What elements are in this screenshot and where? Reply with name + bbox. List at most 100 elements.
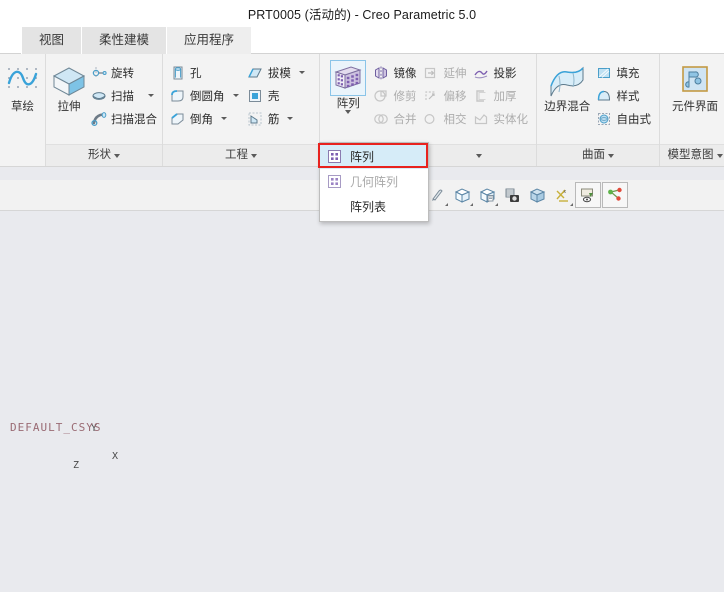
round-icon xyxy=(169,87,186,104)
solidify-label: 实体化 xyxy=(493,113,529,126)
pattern-icon xyxy=(326,148,343,165)
sweep-button[interactable]: 扫描 xyxy=(88,84,161,107)
style-icon xyxy=(596,87,613,104)
chevron-down-icon[interactable] xyxy=(716,153,723,158)
ribbon-group-model-intent: 元件界面 模型意图 xyxy=(660,54,724,166)
draft-button[interactable]: 拔模 xyxy=(245,61,315,84)
offset-icon xyxy=(423,87,440,104)
style-button[interactable]: 样式 xyxy=(594,84,656,107)
round-button[interactable]: 倒圆角 xyxy=(167,84,245,107)
extrude-button[interactable]: 拉伸 xyxy=(50,59,88,114)
sketch-button[interactable]: 草绘 xyxy=(4,59,41,114)
surfaces-small-buttons: 填充 样式 自由式 xyxy=(594,59,656,130)
tab-view[interactable]: 视图 xyxy=(21,27,82,54)
chevron-down-icon[interactable] xyxy=(114,153,120,158)
chevron-down-icon[interactable] xyxy=(467,203,473,206)
extend-label: 延伸 xyxy=(443,67,467,80)
mirror-label: 镜像 xyxy=(393,67,417,80)
project-label: 投影 xyxy=(493,67,517,80)
component-interface-button[interactable]: 元件界面 xyxy=(664,59,724,114)
shapes-small-buttons: 旋转 扫描 扫描混合 xyxy=(88,59,161,130)
trim-icon xyxy=(373,87,390,104)
component-interface-label: 元件界面 xyxy=(672,101,718,113)
rib-icon xyxy=(247,110,264,127)
project-icon xyxy=(473,64,490,81)
chevron-down-icon[interactable] xyxy=(476,153,482,158)
fill-button[interactable]: 填充 xyxy=(594,61,656,84)
ribbon-group-engineering: 孔 倒圆角 倒角 拔模 壳 筋 工程 xyxy=(163,54,320,166)
axis-label-z: Z xyxy=(73,460,80,471)
chevron-down-icon[interactable] xyxy=(442,203,448,206)
axis-label-x: X xyxy=(112,451,119,462)
revolve-label: 旋转 xyxy=(111,67,134,80)
rib-button[interactable]: 筋 xyxy=(245,107,315,130)
swept-blend-button[interactable]: 扫描混合 xyxy=(88,107,161,130)
sketch-label: 草绘 xyxy=(11,101,34,113)
thicken-label: 加厚 xyxy=(493,90,517,103)
spin-center-icon[interactable] xyxy=(602,182,628,208)
rib-label: 筋 xyxy=(267,113,280,126)
model-intent-label-text: 模型意图 xyxy=(667,149,714,161)
offset-label: 偏移 xyxy=(443,90,467,103)
chevron-down-icon[interactable] xyxy=(567,203,573,206)
chevron-down-icon[interactable] xyxy=(345,110,352,114)
editing-col-2: 延伸 偏移 相交 xyxy=(421,59,471,130)
revolve-icon xyxy=(90,64,107,81)
boundary-blend-button[interactable]: 边界混合 xyxy=(541,59,594,114)
chevron-down-icon[interactable] xyxy=(492,203,498,206)
chevron-down-icon[interactable] xyxy=(251,153,257,158)
ribbon-group-shapes: 拉伸 旋转 扫描 扫描混合 形状 xyxy=(46,54,163,166)
extend-button: 延伸 xyxy=(421,61,471,84)
freestyle-button[interactable]: 自由式 xyxy=(594,107,656,130)
chevron-down-icon[interactable] xyxy=(298,71,305,74)
ribbon-group-sketch: 草绘 xyxy=(0,54,46,166)
thicken-button: 加厚 xyxy=(471,84,533,107)
merge-icon xyxy=(373,110,390,127)
mirror-icon xyxy=(373,64,390,81)
shell-button[interactable]: 壳 xyxy=(245,84,315,107)
menu-item-pattern-table[interactable]: 阵列表 xyxy=(320,194,428,219)
ribbon-group-label-model-intent[interactable]: 模型意图 xyxy=(660,144,724,166)
thicken-icon xyxy=(473,87,490,104)
menu-item-pattern-table-label: 阵列表 xyxy=(350,200,387,214)
pattern-dropdown-menu[interactable]: 阵列 几何阵列 阵列表 xyxy=(319,142,429,222)
fill-label: 填充 xyxy=(616,67,640,80)
menu-item-pattern[interactable]: 阵列 xyxy=(320,144,428,169)
ribbon-tab-strip: 视图 柔性建模 应用程序 xyxy=(0,26,724,54)
freestyle-icon xyxy=(596,110,613,127)
revolve-button[interactable]: 旋转 xyxy=(88,61,161,84)
datum-display-filter-icon[interactable]: x xyxy=(550,183,574,207)
annotation-display-icon[interactable] xyxy=(575,182,601,208)
ribbon-group-label-engineering[interactable]: 工程 xyxy=(163,144,319,166)
sweep-label: 扫描 xyxy=(111,90,134,103)
appearance-gallery-icon[interactable] xyxy=(475,183,499,207)
display-style-icon[interactable] xyxy=(450,183,474,207)
freestyle-label: 自由式 xyxy=(616,113,652,126)
pattern-button[interactable]: 阵列 xyxy=(329,60,368,114)
surfaces-label-text: 曲面 xyxy=(582,149,605,161)
chevron-down-icon[interactable] xyxy=(608,153,614,158)
perspective-view-icon[interactable] xyxy=(525,183,549,207)
sweep-icon xyxy=(90,87,107,104)
chevron-down-icon[interactable] xyxy=(221,117,227,120)
chevron-down-icon[interactable] xyxy=(148,94,154,97)
hole-icon xyxy=(169,64,186,81)
hole-button[interactable]: 孔 xyxy=(167,61,245,84)
svg-text:x: x xyxy=(563,189,566,195)
chevron-down-icon[interactable] xyxy=(287,117,294,120)
mirror-button[interactable]: 镜像 xyxy=(371,61,421,84)
boundary-blend-icon xyxy=(547,62,587,100)
snapshot-icon[interactable] xyxy=(500,183,524,207)
tab-applications[interactable]: 应用程序 xyxy=(166,27,252,54)
intersect-icon xyxy=(423,110,440,127)
trim-button: 修剪 xyxy=(371,84,421,107)
style-label: 样式 xyxy=(616,90,640,103)
tab-flexible-modeling[interactable]: 柔性建模 xyxy=(81,27,167,54)
project-button[interactable]: 投影 xyxy=(471,61,533,84)
engineering-col-2: 拔模 壳 筋 xyxy=(245,59,315,130)
chamfer-button[interactable]: 倒角 xyxy=(167,107,245,130)
ribbon-group-label-surfaces[interactable]: 曲面 xyxy=(537,144,659,166)
chevron-down-icon[interactable] xyxy=(232,94,239,97)
ribbon-group-label-shapes[interactable]: 形状 xyxy=(46,144,162,166)
draft-label: 拔模 xyxy=(267,67,291,80)
